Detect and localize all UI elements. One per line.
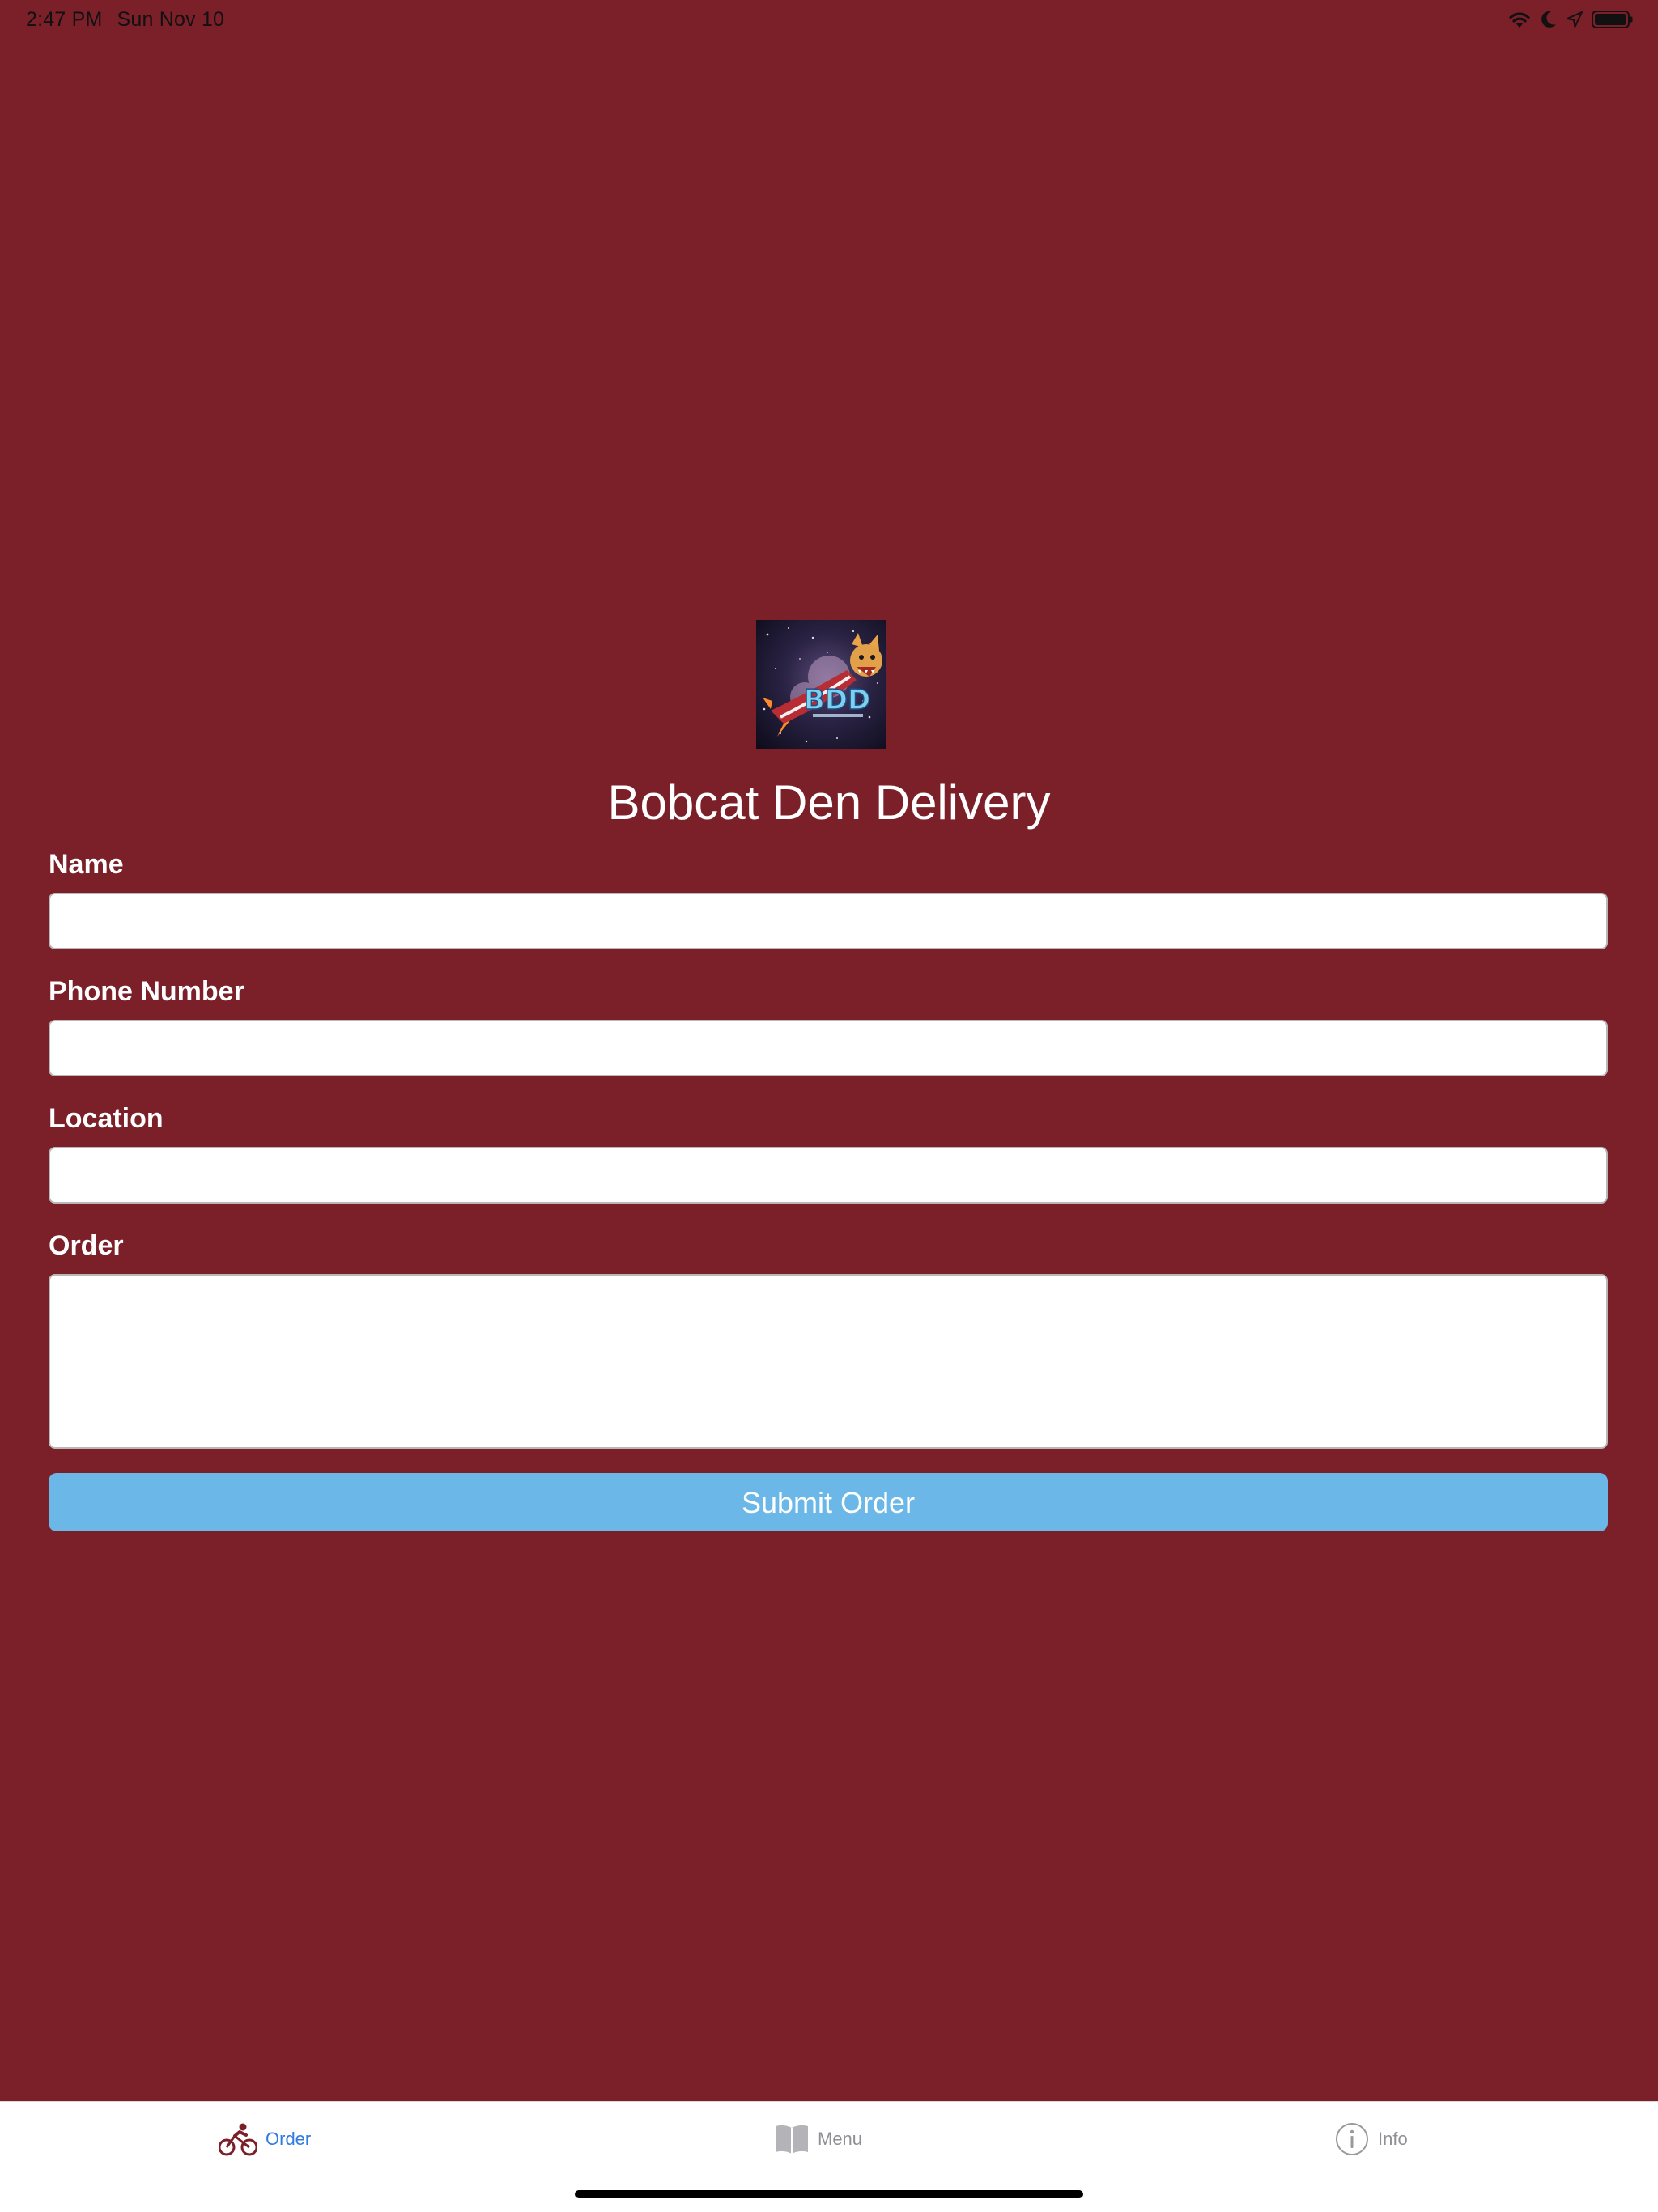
tab-order[interactable]: Order	[219, 2120, 311, 2159]
tab-info-label: Info	[1378, 2129, 1408, 2149]
status-bar: 2:47 PM Sun Nov 10	[0, 0, 1658, 39]
name-field[interactable]	[49, 893, 1608, 949]
book-icon	[774, 2123, 810, 2155]
logo-text: BDD	[804, 684, 870, 716]
moon-icon	[1540, 10, 1558, 29]
battery-icon	[1592, 10, 1634, 29]
app-title: Bobcat Den Delivery	[607, 775, 1051, 830]
name-label: Name	[49, 849, 124, 880]
location-label: Location	[49, 1103, 164, 1134]
tab-order-label: Order	[266, 2129, 312, 2149]
bicycle-icon	[219, 2122, 257, 2156]
app-logo: BDD	[756, 620, 886, 749]
home-indicator[interactable]	[575, 2190, 1083, 2198]
status-date: Sun Nov 10	[117, 8, 225, 31]
info-icon	[1334, 2121, 1370, 2157]
tab-menu[interactable]: Menu	[774, 2120, 862, 2159]
tab-info[interactable]: Info	[1334, 2120, 1408, 2159]
location-arrow-icon	[1566, 11, 1584, 28]
order-label: Order	[49, 1230, 124, 1261]
tab-menu-label: Menu	[818, 2129, 863, 2149]
wifi-icon	[1507, 10, 1532, 29]
status-icons	[1507, 8, 1634, 31]
location-field[interactable]	[49, 1147, 1608, 1204]
status-time-date: 2:47 PM Sun Nov 10	[26, 0, 224, 39]
phone-number-field[interactable]	[49, 1020, 1608, 1076]
order-field[interactable]	[49, 1274, 1608, 1449]
phone-number-label: Phone Number	[49, 976, 244, 1007]
submit-order-button[interactable]: Submit Order	[49, 1473, 1608, 1531]
status-time: 2:47 PM	[26, 8, 103, 31]
